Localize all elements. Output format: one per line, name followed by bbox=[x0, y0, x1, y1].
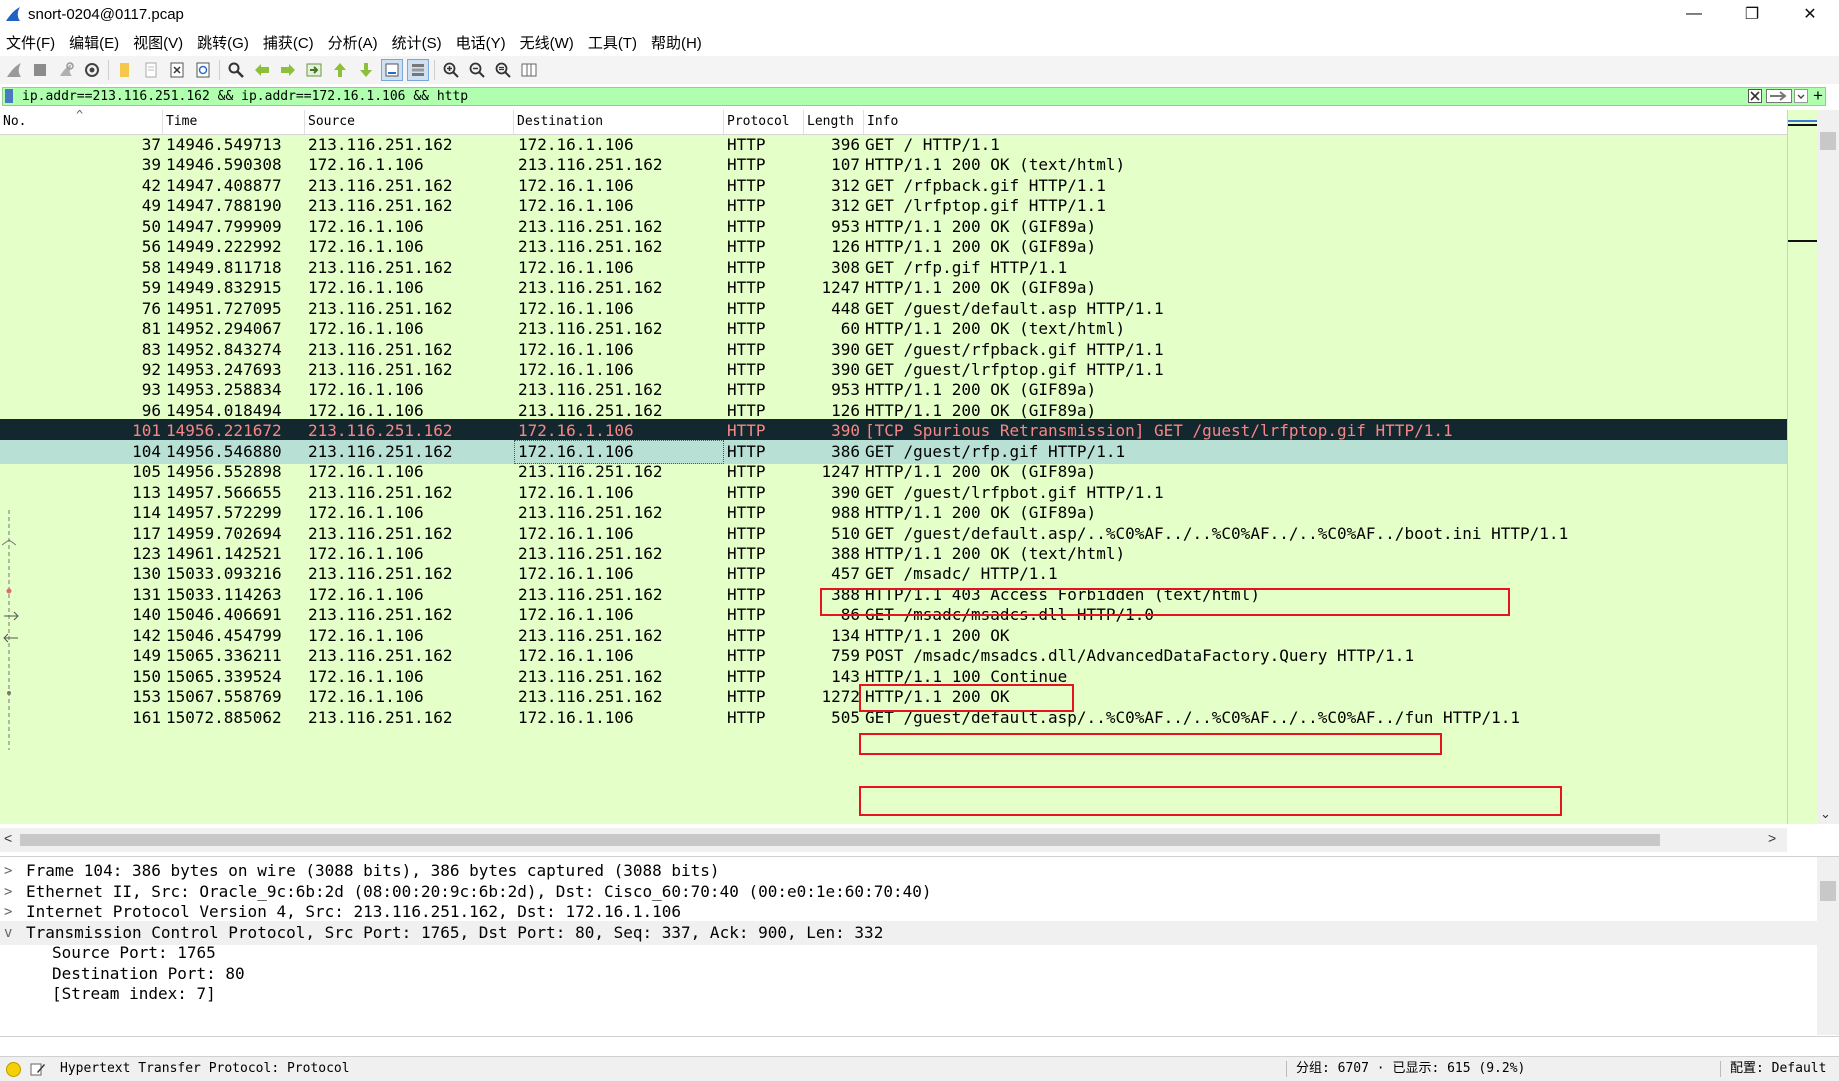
highlight-box-advanced-data-factory bbox=[859, 733, 1442, 755]
open-file-icon[interactable] bbox=[115, 60, 135, 80]
highlight-box-msadcs-dll bbox=[859, 684, 1074, 712]
menu-file[interactable]: 文件(F) bbox=[0, 32, 63, 53]
clear-filter-icon[interactable] bbox=[1748, 89, 1762, 103]
status-packet-counts: 分组: 6707 · 已显示: 615 (9.2%) bbox=[1296, 1061, 1526, 1076]
main-toolbar bbox=[0, 56, 1839, 84]
status-profile[interactable]: 配置: Default bbox=[1730, 1057, 1826, 1081]
normal-size-icon[interactable] bbox=[493, 60, 513, 80]
menu-go[interactable]: 跳转(G) bbox=[191, 32, 257, 53]
wireshark-fin-icon bbox=[6, 7, 20, 21]
packet-list-horizontal-scrollbar[interactable]: < > bbox=[0, 828, 1787, 852]
display-filter-bar: ip.addr==213.116.251.162 && ip.addr==172… bbox=[0, 86, 1839, 108]
packet-list-header: No. ^ Time Source Destination Protocol L… bbox=[0, 110, 1787, 135]
menu-analyze[interactable]: 分析(A) bbox=[322, 32, 386, 53]
capture-comment-icon[interactable] bbox=[30, 1061, 46, 1077]
capture-options-icon[interactable] bbox=[82, 60, 102, 80]
packet-no: 161 bbox=[132, 707, 161, 727]
packet-source: 213.116.251.162 bbox=[308, 707, 453, 727]
highlight-box-boot-ini bbox=[820, 588, 1510, 616]
menu-telephony[interactable]: 电话(Y) bbox=[450, 32, 514, 53]
stop-icon[interactable] bbox=[30, 60, 50, 80]
resize-columns-icon[interactable] bbox=[519, 60, 539, 80]
first-packet-icon[interactable] bbox=[330, 60, 350, 80]
scroll-right-icon[interactable]: > bbox=[1768, 830, 1776, 846]
minimize-button[interactable]: — bbox=[1665, 0, 1723, 28]
add-filter-button[interactable]: + bbox=[1813, 86, 1823, 106]
column-header-info[interactable]: Info bbox=[864, 110, 1787, 134]
status-bar: Hypertext Transfer Protocol: Protocol 分组… bbox=[0, 1056, 1839, 1081]
find-packet-icon[interactable] bbox=[226, 60, 246, 80]
menu-wireless[interactable]: 无线(W) bbox=[514, 32, 582, 53]
packet-destination: 172.16.1.106 bbox=[518, 707, 634, 727]
close-file-icon[interactable] bbox=[167, 60, 187, 80]
apply-filter-arrow-icon[interactable] bbox=[1766, 89, 1792, 103]
go-to-packet-icon[interactable] bbox=[304, 60, 324, 80]
detail-text: [Stream index: 7] bbox=[52, 984, 216, 1003]
auto-scroll-icon[interactable] bbox=[381, 59, 403, 81]
menu-help[interactable]: 帮助(H) bbox=[645, 32, 710, 53]
sort-ascending-icon: ^ bbox=[76, 110, 84, 122]
packet-time: 15072.885062 bbox=[166, 707, 282, 727]
column-header-protocol[interactable]: Protocol bbox=[724, 110, 804, 134]
filter-history-dropdown-icon[interactable] bbox=[1794, 89, 1808, 103]
packet-minimap[interactable] bbox=[1787, 110, 1818, 824]
close-button[interactable]: ✕ bbox=[1781, 0, 1839, 28]
packet-rows: 37 14946.549713 213.116.251.162 172.16.1.10… bbox=[0, 135, 1787, 815]
zoom-out-icon[interactable] bbox=[467, 60, 487, 80]
menu-edit[interactable]: 编辑(E) bbox=[63, 32, 127, 53]
highlight-box-fun-request bbox=[859, 786, 1562, 816]
colorize-icon[interactable] bbox=[407, 59, 429, 81]
shark-fin-start-icon[interactable] bbox=[4, 60, 24, 80]
horizontal-scroll-thumb[interactable] bbox=[20, 834, 1660, 846]
filter-bookmark-icon[interactable] bbox=[5, 89, 13, 103]
menu-tools[interactable]: 工具(T) bbox=[582, 32, 645, 53]
detail-protocol-row[interactable]: v Transmission Control Protocol, Src Port… bbox=[0, 920, 1817, 945]
packet-list-scroll-thumb[interactable] bbox=[1820, 132, 1836, 150]
related-packet-markers bbox=[1, 510, 19, 750]
menu-statistics[interactable]: 统计(S) bbox=[386, 32, 450, 53]
reload-icon[interactable] bbox=[193, 60, 213, 80]
display-filter-input[interactable]: ip.addr==213.116.251.162 && ip.addr==172… bbox=[2, 87, 1826, 106]
packet-details-pane: > Frame 104: 386 bytes on wire (3088 bits… bbox=[0, 856, 1839, 1035]
go-back-icon[interactable] bbox=[252, 60, 272, 80]
title-bar: snort-0204@0117.pcap — ❐ ✕ bbox=[0, 0, 1839, 28]
collapse-chevron-icon[interactable]: v bbox=[4, 921, 18, 945]
last-packet-icon[interactable] bbox=[356, 60, 376, 80]
packet-length: 505 bbox=[831, 707, 860, 727]
status-field-info: Hypertext Transfer Protocol: Protocol bbox=[60, 1061, 350, 1076]
packet-list-vertical-scrollbar[interactable] bbox=[1817, 110, 1839, 824]
scroll-down-icon[interactable]: ⌄ bbox=[1820, 806, 1831, 822]
restart-icon[interactable] bbox=[56, 60, 76, 80]
expert-info-icon[interactable] bbox=[6, 1062, 21, 1077]
restore-button[interactable]: ❐ bbox=[1723, 0, 1781, 28]
scroll-left-icon[interactable]: < bbox=[4, 830, 12, 846]
column-header-length[interactable]: Length bbox=[804, 110, 864, 134]
packet-list-pane: No. ^ Time Source Destination Protocol L… bbox=[0, 110, 1839, 824]
details-scroll-thumb[interactable] bbox=[1820, 881, 1836, 901]
column-header-destination[interactable]: Destination bbox=[514, 110, 724, 134]
packet-bytes-pane bbox=[0, 1036, 1839, 1055]
zoom-in-icon[interactable] bbox=[441, 60, 461, 80]
menu-view[interactable]: 视图(V) bbox=[127, 32, 191, 53]
menu-capture[interactable]: 捕获(C) bbox=[257, 32, 322, 53]
column-header-time[interactable]: Time bbox=[163, 110, 305, 134]
go-forward-icon[interactable] bbox=[278, 60, 298, 80]
column-header-source[interactable]: Source bbox=[305, 110, 514, 134]
packet-protocol: HTTP bbox=[727, 707, 766, 727]
save-file-icon[interactable] bbox=[141, 60, 161, 80]
window-title: snort-0204@0117.pcap bbox=[28, 5, 184, 23]
menu-bar: 文件(F) 编辑(E) 视图(V) 跳转(G) 捕获(C) 分析(A) 统计(S… bbox=[0, 30, 710, 54]
